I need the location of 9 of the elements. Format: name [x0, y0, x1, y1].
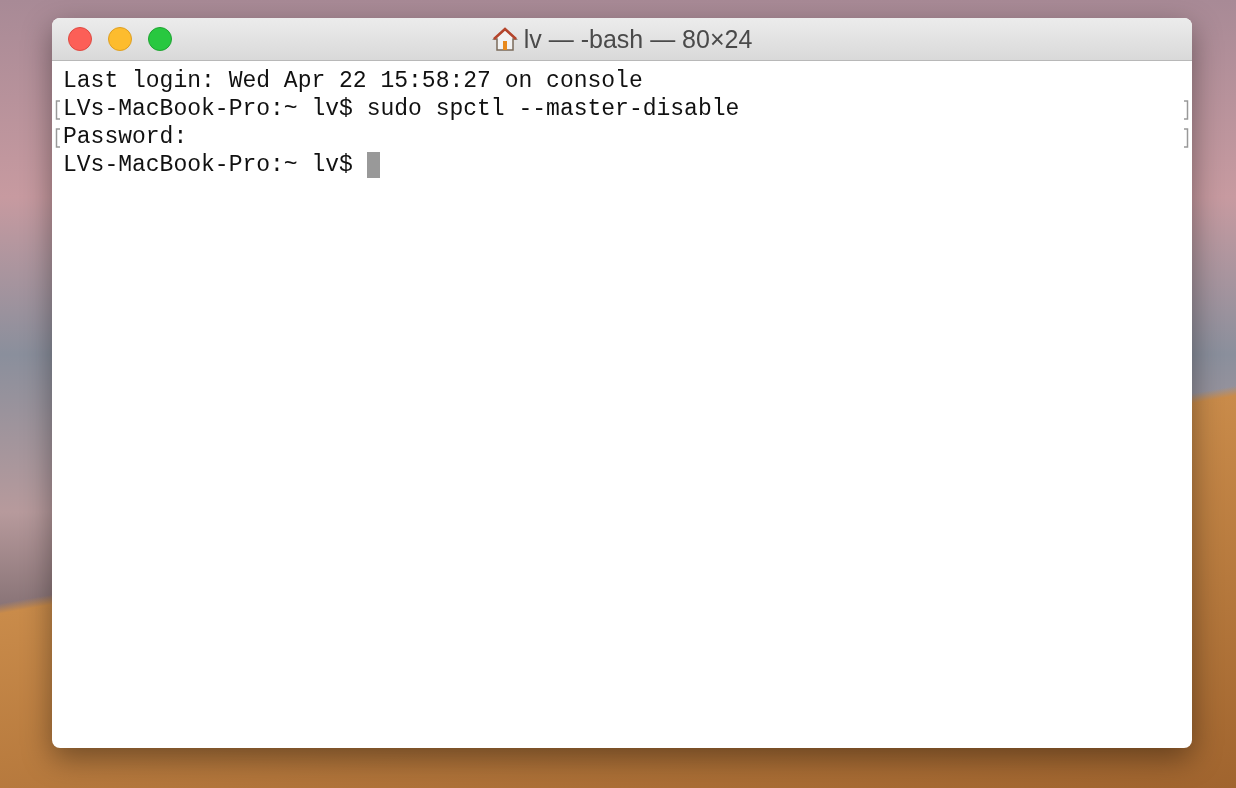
house-icon	[491, 26, 518, 52]
zoom-button[interactable]	[148, 27, 172, 51]
terminal-line: Password:	[63, 123, 188, 151]
terminal-line: LVs-MacBook-Pro:~ lv$	[63, 151, 354, 179]
terminal-line: LVs-MacBook-Pro:~ lv$ sudo spctl --master-disable	[63, 95, 740, 123]
minimize-button[interactable]	[108, 27, 132, 51]
window-title: lv — -bash — 80×24	[523, 24, 753, 54]
terminal-line: Last login: Wed Apr 22 15:58:27 on console	[63, 67, 643, 95]
close-button[interactable]	[68, 27, 92, 51]
